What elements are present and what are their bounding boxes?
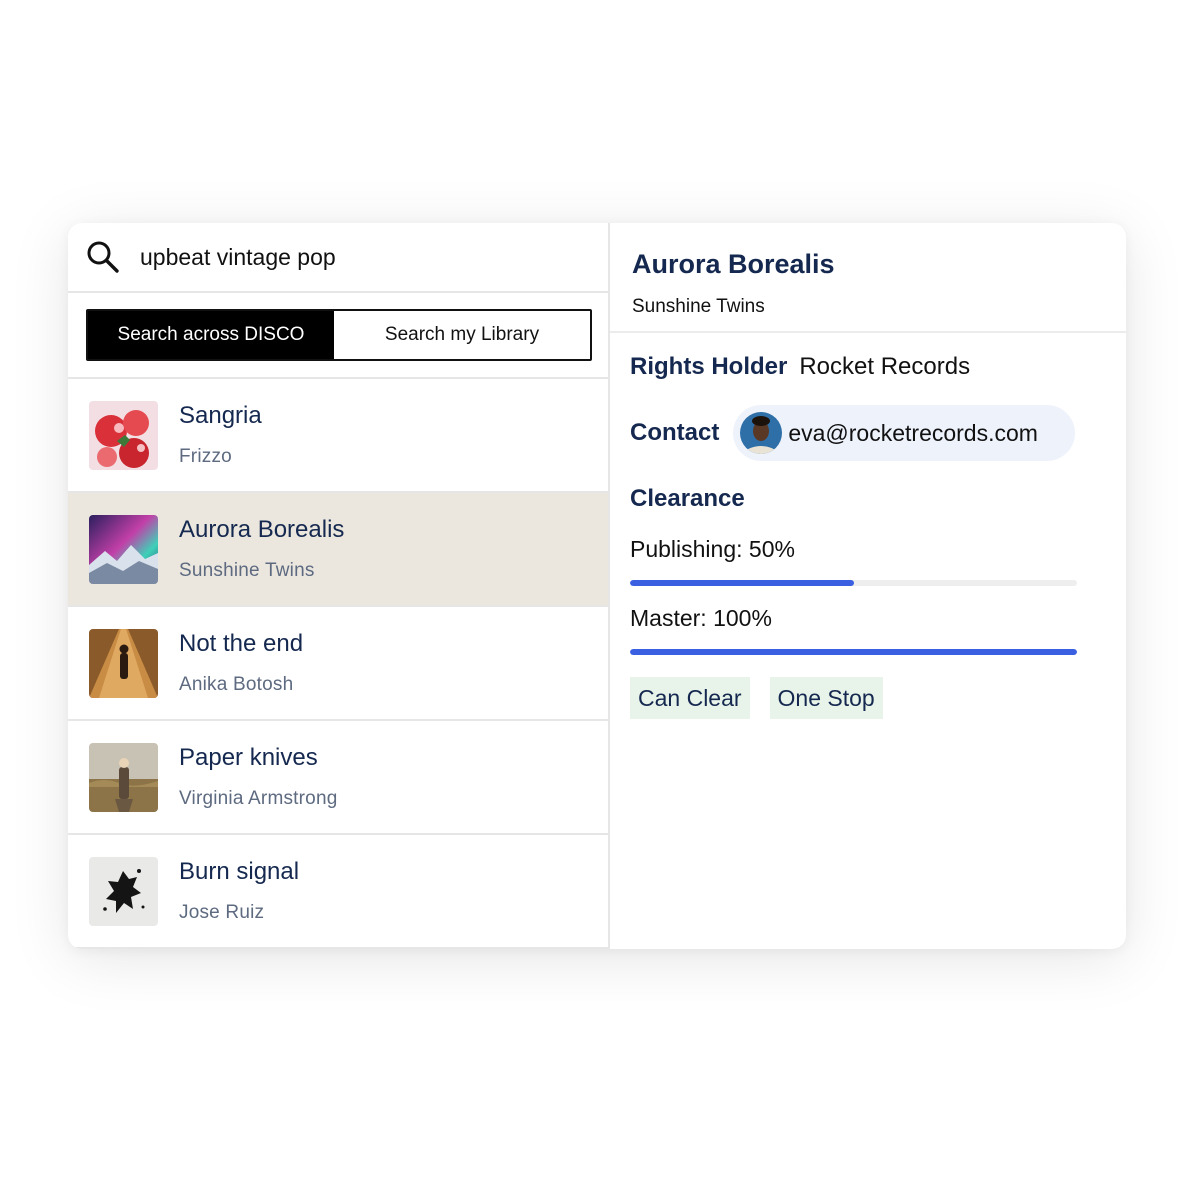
track-row-selected[interactable]: Aurora Borealis Sunshine Twins	[68, 493, 608, 607]
track-row[interactable]: Not the end Anika Botosh	[68, 607, 608, 721]
search-across-disco-button[interactable]: Search across DISCO	[88, 311, 334, 359]
rights-holder-value: Rocket Records	[799, 353, 971, 380]
track-row[interactable]: Burn signal Jose Ruiz	[68, 835, 608, 949]
app-card: Search across DISCO Search my Library	[68, 223, 1126, 949]
publishing-progress-fill	[630, 580, 854, 586]
detail-artist: Sunshine Twins	[632, 296, 765, 317]
tag-can-clear: Can Clear	[630, 677, 750, 719]
search-bar	[68, 223, 608, 293]
detail-header: Aurora Borealis Sunshine Twins	[610, 223, 1126, 333]
master-progress-fill	[630, 649, 1077, 655]
track-artist: Anika Botosh	[179, 674, 294, 695]
track-title: Sangria	[179, 402, 262, 429]
album-art	[89, 514, 158, 584]
track-row[interactable]: Sangria Frizzo	[68, 379, 608, 493]
master-progress	[630, 649, 1077, 655]
contact-label: Contact	[630, 419, 720, 446]
track-artist: Jose Ruiz	[179, 902, 265, 923]
clearance-tags: Can Clear One Stop	[630, 677, 903, 719]
track-title: Not the end	[179, 630, 304, 657]
contact-email: eva@rocketrecords.com	[788, 419, 1038, 446]
track-artist: Virginia Armstrong	[179, 788, 338, 809]
rights-holder-row: Rights Holder Rocket Records	[630, 353, 970, 381]
tag-one-stop: One Stop	[769, 677, 883, 719]
search-icon[interactable]	[86, 240, 120, 274]
album-art	[89, 400, 158, 470]
track-title: Aurora Borealis	[179, 516, 345, 543]
track-row[interactable]: Paper knives Virginia Armstrong	[68, 721, 608, 835]
search-scope-row: Search across DISCO Search my Library	[68, 293, 608, 379]
track-title: Burn signal	[179, 858, 300, 885]
clearance-label: Clearance	[630, 485, 745, 512]
avatar	[740, 412, 783, 454]
detail-panel: Aurora Borealis Sunshine Twins Rights Ho…	[610, 223, 1126, 949]
master-label: Master: 100%	[630, 605, 772, 631]
results-panel: Search across DISCO Search my Library	[68, 223, 610, 949]
search-my-library-button[interactable]: Search my Library	[334, 311, 590, 359]
search-input[interactable]	[140, 243, 560, 271]
publishing-label: Publishing: 50%	[630, 536, 795, 562]
album-art	[89, 742, 158, 812]
track-title: Paper knives	[179, 744, 318, 771]
album-art	[89, 628, 158, 698]
contact-chip[interactable]: eva@rocketrecords.com	[733, 405, 1076, 461]
track-artist: Frizzo	[179, 446, 232, 467]
publishing-progress	[630, 580, 1077, 586]
rights-holder-label: Rights Holder	[630, 353, 788, 380]
album-art	[89, 856, 158, 926]
search-scope-toggle: Search across DISCO Search my Library	[86, 309, 592, 361]
contact-row: Contact eva@rocketrecords.com	[630, 405, 1076, 461]
detail-title: Aurora Borealis	[632, 249, 835, 279]
track-artist: Sunshine Twins	[179, 560, 315, 581]
